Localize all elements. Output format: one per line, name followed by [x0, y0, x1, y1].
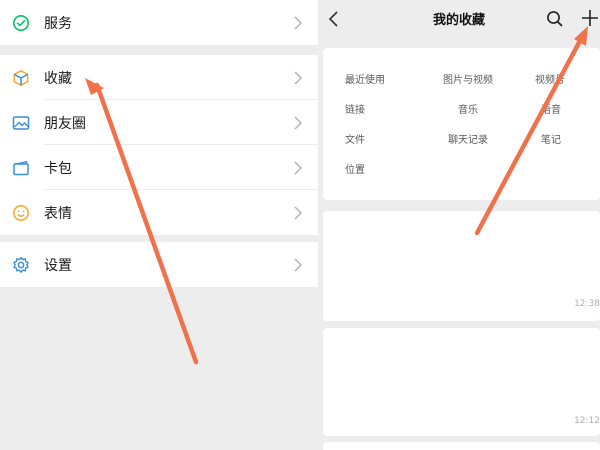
card-icon [11, 158, 31, 178]
menu-item-label: 朋友圈 [44, 115, 86, 132]
gear-icon [11, 255, 31, 275]
filter-images-videos[interactable]: 图片与视频 [443, 71, 493, 86]
filter-links[interactable]: 链接 [345, 101, 365, 116]
chevron-right-icon [290, 256, 306, 274]
favorites-pane: 我的收藏 最近使用 图片与视频 视频号 链接 音乐 语音 文件 聊天记录 笔记 … [318, 0, 600, 450]
menu-group-main: 收藏 朋友圈 卡包 表情 [0, 55, 318, 235]
menu-item-moments[interactable]: 朋友圈 [0, 100, 318, 145]
image-icon [11, 113, 31, 133]
filter-channels[interactable]: 视频号 [535, 71, 565, 86]
menu-item-label: 服务 [44, 15, 72, 32]
menu-item-card-pack[interactable]: 卡包 [0, 145, 318, 190]
filter-chat-history[interactable]: 聊天记录 [448, 131, 488, 146]
chevron-right-icon [290, 114, 306, 132]
category-filter-panel: 最近使用 图片与视频 视频号 链接 音乐 语音 文件 聊天记录 笔记 位置 [323, 48, 600, 200]
menu-group-services: 服务 [0, 0, 318, 45]
smile-icon [11, 203, 31, 223]
chevron-right-icon [290, 69, 306, 87]
favorite-time: 12:12 [574, 416, 600, 426]
cube-icon [11, 68, 31, 88]
menu-group-settings: 设置 [0, 242, 318, 287]
filter-voice[interactable]: 语音 [541, 101, 561, 116]
filter-recent[interactable]: 最近使用 [345, 71, 385, 86]
favorites-nav-bar: 我的收藏 [318, 0, 600, 40]
menu-item-stickers[interactable]: 表情 [0, 190, 318, 235]
chevron-right-icon [290, 14, 306, 32]
menu-item-label: 收藏 [44, 70, 72, 87]
filter-files[interactable]: 文件 [345, 131, 365, 146]
me-menu-pane: 服务 收藏 朋友圈 卡包 表情 设置 [0, 0, 318, 450]
filter-notes[interactable]: 笔记 [541, 131, 561, 146]
menu-item-label: 表情 [44, 205, 72, 222]
add-icon[interactable] [580, 8, 600, 28]
favorite-item[interactable]: 12:38 [323, 211, 600, 321]
search-icon[interactable] [545, 9, 565, 29]
menu-item-label: 设置 [44, 257, 72, 274]
favorite-item[interactable] [323, 442, 600, 450]
filter-location[interactable]: 位置 [345, 161, 365, 176]
favorite-time: 12:38 [574, 299, 600, 309]
favorite-item[interactable]: 12:12 [323, 328, 600, 436]
chevron-right-icon [290, 159, 306, 177]
menu-item-settings[interactable]: 设置 [0, 242, 318, 287]
filter-music[interactable]: 音乐 [458, 101, 478, 116]
chevron-right-icon [290, 204, 306, 222]
menu-item-label: 卡包 [44, 160, 72, 177]
menu-item-favorites[interactable]: 收藏 [0, 55, 318, 100]
wallet-check-icon [11, 13, 31, 33]
menu-item-services[interactable]: 服务 [0, 0, 318, 45]
